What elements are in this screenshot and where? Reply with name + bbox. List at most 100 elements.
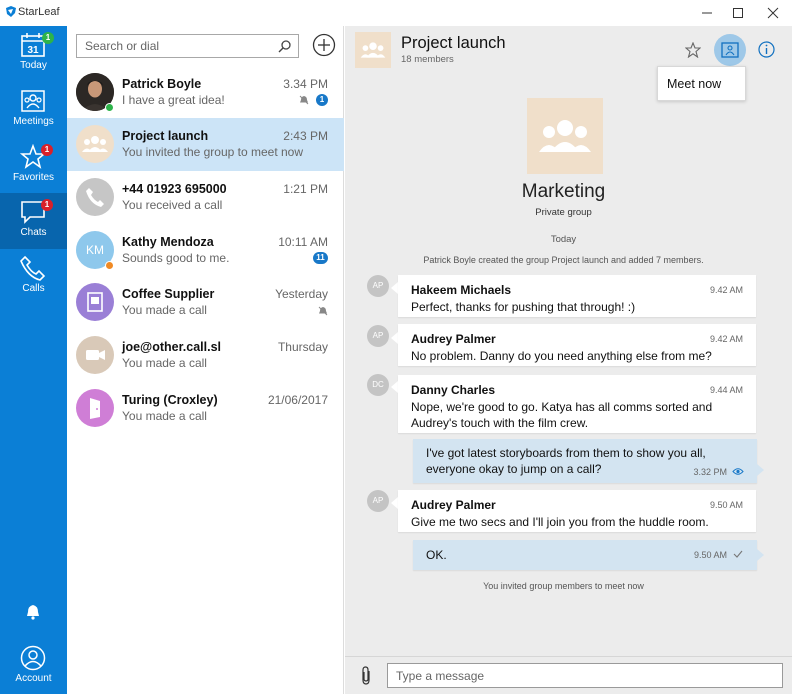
chat-preview: You made a call bbox=[122, 356, 207, 370]
chat-name: Kathy Mendoza bbox=[122, 235, 214, 249]
meet-now-menu-item[interactable]: Meet now bbox=[667, 77, 721, 91]
message-text: I've got latest storyboards from them to… bbox=[426, 446, 706, 460]
own-message-bubble[interactable]: I've got latest storyboards from them to… bbox=[413, 439, 757, 483]
meeting-room-icon bbox=[721, 42, 739, 58]
away-status-icon bbox=[105, 261, 114, 270]
rail-item-chats[interactable]: 1 Chats bbox=[0, 193, 67, 249]
nav-rail: 31 1 Today Meetings 1 Favorites 1 Chats … bbox=[0, 26, 67, 694]
chat-preview: You received a call bbox=[122, 198, 223, 212]
chat-name: joe@other.call.sl bbox=[122, 340, 222, 354]
meetings-icon bbox=[21, 90, 45, 112]
group-large-avatar bbox=[527, 98, 603, 174]
chat-time: Thursday bbox=[277, 340, 328, 354]
meet-now-button[interactable] bbox=[714, 34, 746, 66]
paperclip-icon[interactable] bbox=[357, 666, 375, 686]
info-icon[interactable] bbox=[758, 41, 775, 58]
rail-label-today: Today bbox=[20, 60, 47, 71]
video-icon bbox=[86, 350, 105, 360]
phone-icon bbox=[20, 255, 46, 281]
conversation-title: Project launch bbox=[401, 34, 506, 52]
chat-row-coffee-supplier[interactable]: Coffee Supplier You made a call Yesterda… bbox=[67, 276, 344, 329]
rail-label-chats: Chats bbox=[20, 227, 47, 238]
chat-row-phone-number[interactable]: +44 01923 695000 You received a call 1:2… bbox=[67, 171, 344, 224]
chat-preview: You made a call bbox=[122, 409, 207, 423]
bubble-tail bbox=[391, 282, 398, 294]
chat-row-turing-croxley[interactable]: Turing (Croxley) You made a call 21/06/2… bbox=[67, 382, 344, 435]
minimize-icon bbox=[702, 12, 712, 14]
favorite-star-icon[interactable] bbox=[685, 42, 701, 58]
rail-label-calls: Calls bbox=[22, 283, 45, 294]
group-type: Private group bbox=[535, 207, 592, 218]
account-button[interactable]: Account bbox=[0, 639, 67, 694]
app-title: StarLeaf bbox=[18, 6, 60, 18]
chat-row-patrick-boyle[interactable]: Patrick Boyle I have a great idea! 3.34 … bbox=[67, 66, 344, 119]
rail-label-favorites: Favorites bbox=[12, 172, 55, 183]
own-message-bubble[interactable]: OK. 9.50 AM bbox=[413, 540, 757, 570]
group-name: Marketing bbox=[521, 181, 606, 202]
meet-now-menu: Meet now bbox=[657, 66, 746, 101]
close-icon bbox=[767, 7, 779, 19]
starleaf-logo-icon bbox=[6, 6, 16, 17]
composer-bar bbox=[345, 656, 792, 694]
message-bubble[interactable]: Danny Charles 9.44 AM Nope, we're good t… bbox=[398, 375, 756, 433]
unread-badge: 11 bbox=[313, 252, 328, 264]
message-bubble[interactable]: Audrey Palmer 9.42 AM No problem. Danny … bbox=[398, 324, 756, 366]
minimize-button[interactable] bbox=[690, 0, 724, 26]
chat-row-kathy-mendoza[interactable]: KM Kathy Mendoza Sounds good to me. 10:1… bbox=[67, 224, 344, 277]
chat-row-project-launch[interactable]: Project launch You invited the group to … bbox=[67, 118, 344, 171]
online-status-icon bbox=[105, 103, 114, 112]
chat-name: Coffee Supplier bbox=[122, 287, 215, 301]
chat-name: Turing (Croxley) bbox=[122, 393, 218, 407]
bell-icon[interactable] bbox=[26, 604, 40, 620]
chat-preview: I have a great idea! bbox=[122, 93, 225, 107]
account-icon bbox=[20, 645, 46, 671]
rail-item-calls[interactable]: Calls bbox=[0, 249, 67, 305]
sender-avatar: AP bbox=[367, 325, 389, 347]
rail-label-meetings: Meetings bbox=[13, 116, 54, 127]
chat-time: 3.34 PM bbox=[283, 77, 328, 91]
system-message: You invited group members to meet now bbox=[483, 581, 644, 591]
chat-row-joe[interactable]: joe@other.call.sl You made a call Thursd… bbox=[67, 329, 344, 382]
close-button[interactable] bbox=[756, 0, 790, 26]
bubble-tail bbox=[391, 332, 398, 344]
avatar bbox=[76, 336, 114, 374]
rail-item-favorites[interactable]: 1 Favorites bbox=[0, 138, 67, 194]
search-icon[interactable] bbox=[278, 39, 292, 53]
chat-time: 21/06/2017 bbox=[267, 393, 328, 407]
chat-name: Project launch bbox=[122, 129, 209, 143]
message-time: 9.50 AM bbox=[709, 500, 743, 510]
add-chat-button[interactable] bbox=[312, 33, 336, 57]
message-time: 9.42 AM bbox=[709, 334, 743, 344]
maximize-button[interactable] bbox=[721, 0, 755, 26]
chat-preview: Sounds good to me. bbox=[122, 251, 230, 265]
group-icon bbox=[82, 136, 108, 152]
message-text: Audrey's touch with the film crew. bbox=[411, 416, 589, 430]
chat-list-panel: Patrick Boyle I have a great idea! 3.34 … bbox=[67, 26, 344, 694]
message-time: 9.44 AM bbox=[709, 385, 743, 395]
group-icon bbox=[360, 42, 386, 58]
account-label: Account bbox=[15, 673, 52, 684]
message-bubble[interactable]: Hakeem Michaels 9.42 AM Perfect, thanks … bbox=[398, 275, 756, 317]
message-sender: Danny Charles bbox=[411, 383, 496, 397]
message-text: No problem. Danny do you need anything e… bbox=[411, 349, 712, 363]
message-text: Nope, we're good to go. Katya has all co… bbox=[411, 400, 713, 414]
maximize-icon bbox=[733, 8, 743, 18]
chat-time: 10:11 AM bbox=[278, 235, 328, 249]
sender-avatar: AP bbox=[367, 275, 389, 297]
search-input[interactable] bbox=[77, 35, 273, 57]
chats-badge: 1 bbox=[41, 199, 53, 211]
avatar bbox=[76, 125, 114, 163]
message-bubble[interactable]: Audrey Palmer 9.50 AM Give me two secs a… bbox=[398, 490, 756, 532]
bubble-tail bbox=[757, 464, 764, 476]
day-separator: Today bbox=[550, 234, 577, 245]
rail-item-today[interactable]: 31 1 Today bbox=[0, 26, 67, 82]
unread-badge: 1 bbox=[316, 94, 328, 106]
message-time: 9.42 AM bbox=[709, 285, 743, 295]
message-time: 9.50 AM bbox=[693, 550, 727, 560]
chat-name: +44 01923 695000 bbox=[122, 182, 227, 196]
rail-item-meetings[interactable]: Meetings bbox=[0, 82, 67, 138]
title-bar: StarLeaf bbox=[0, 0, 792, 26]
message-input[interactable] bbox=[387, 663, 783, 688]
message-sender: Audrey Palmer bbox=[411, 498, 496, 512]
door-icon bbox=[90, 398, 100, 419]
